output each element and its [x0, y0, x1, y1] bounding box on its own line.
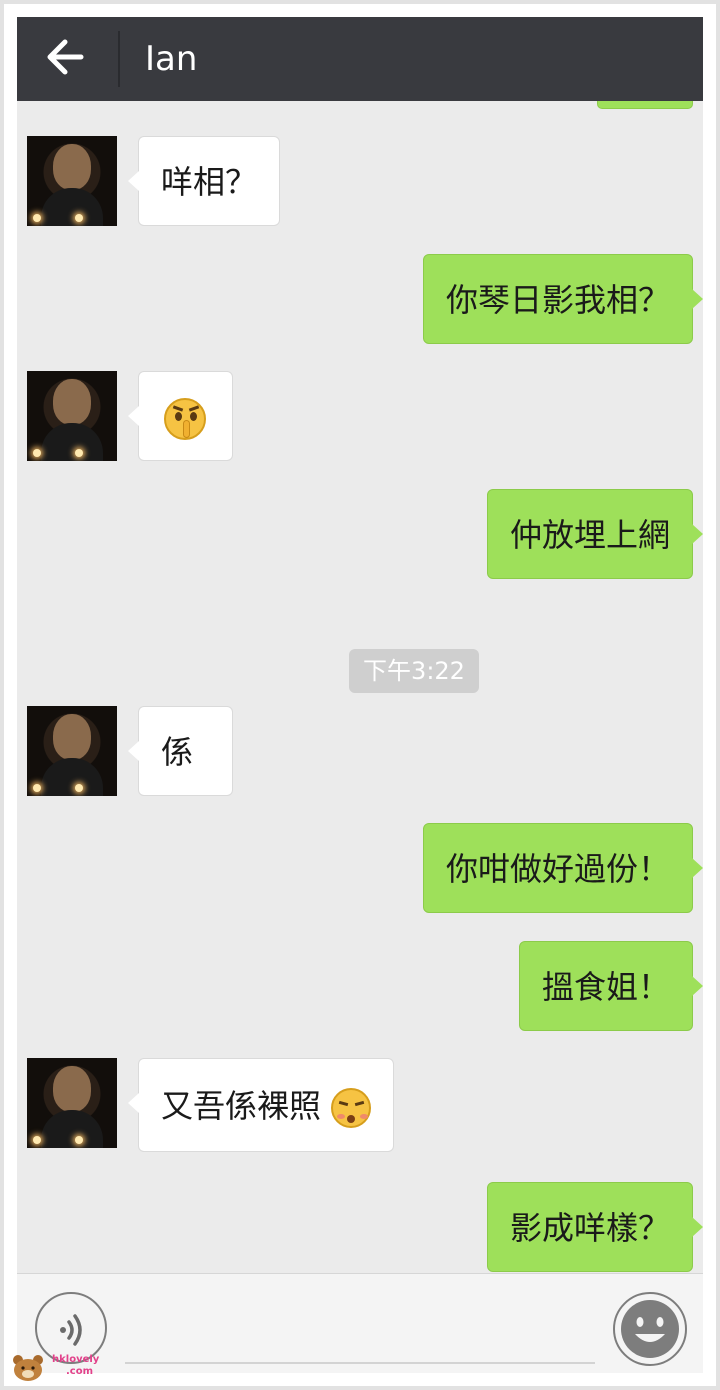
message-text: 你咁做好過份！ — [445, 850, 670, 888]
contact-avatar[interactable] — [27, 1058, 117, 1148]
watermark-line1: hklovely — [52, 1354, 100, 1365]
outgoing-message-bubble[interactable]: 影成咩樣？ — [486, 1182, 703, 1272]
chat-screen: Ian 咩相？ 你琴日影我相？ 仲放埋上網 下午3:22 係 你咁做好過份！ 搵… — [17, 17, 703, 1373]
message-text: 仲放埋上網 — [509, 516, 670, 554]
back-button[interactable] — [37, 27, 97, 87]
emoji-button[interactable] — [613, 1292, 687, 1366]
outgoing-message-bubble[interactable]: 你咁做好過份！ — [422, 823, 703, 913]
arrow-left-icon — [47, 39, 84, 75]
shushing-face-icon — [164, 398, 206, 440]
smiley-face-icon — [621, 1300, 679, 1358]
incoming-message-bubble[interactable]: 咩相？ — [127, 136, 281, 226]
contact-avatar[interactable] — [27, 136, 117, 226]
outgoing-message-bubble[interactable]: 搵食姐！ — [518, 941, 703, 1031]
partial-outgoing-bubble — [597, 101, 693, 109]
bear-logo-icon — [13, 1355, 43, 1381]
chat-header: Ian — [17, 17, 703, 101]
incoming-message-bubble[interactable]: 係 — [128, 706, 233, 796]
input-bar — [17, 1273, 703, 1373]
contact-avatar[interactable] — [27, 706, 117, 796]
watermark: hklovely .com — [8, 1352, 100, 1386]
chat-title: Ian — [145, 39, 198, 79]
incoming-message-bubble[interactable] — [128, 371, 233, 461]
incoming-message-bubble[interactable]: 又吾係裸照 — [127, 1058, 395, 1152]
message-text: 係 — [161, 733, 194, 771]
message-text: 你琴日影我相？ — [445, 281, 670, 319]
message-text: 搵食姐！ — [541, 968, 670, 1006]
header-divider — [118, 31, 120, 87]
contact-avatar[interactable] — [27, 371, 117, 461]
message-input-underline[interactable] — [125, 1362, 595, 1364]
message-text: 影成咩樣？ — [509, 1209, 670, 1247]
message-list[interactable]: 咩相？ 你琴日影我相？ 仲放埋上網 下午3:22 係 你咁做好過份！ 搵食姐！ … — [17, 101, 703, 1273]
message-text: 又吾係裸照 — [161, 1087, 322, 1125]
time-divider: 下午3:22 — [349, 649, 479, 693]
kissing-face-icon — [331, 1088, 372, 1128]
watermark-line2: .com — [66, 1366, 94, 1377]
message-text: 咩相？ — [161, 163, 258, 201]
outgoing-message-bubble[interactable]: 仲放埋上網 — [486, 489, 703, 579]
outgoing-message-bubble[interactable]: 你琴日影我相？ — [422, 254, 703, 344]
